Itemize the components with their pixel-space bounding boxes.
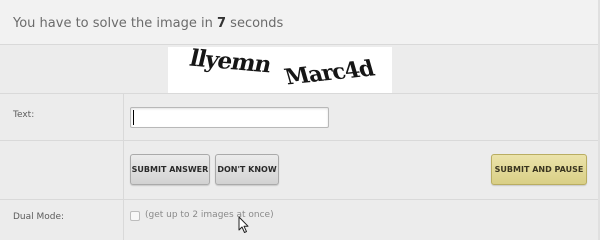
dual-mode-label: Dual Mode: [13,212,65,222]
dual-mode-checkbox-label[interactable]: (get up to 2 images at once) [145,210,274,220]
captcha-row: llyemn Marc4d [0,45,598,94]
captcha-word: Marc4d [281,55,377,91]
dual-mode-row [0,200,598,240]
timer-message: You have to solve the image in 7 seconds [13,16,283,31]
submit-answer-button[interactable]: SUBMIT ANSWER [130,154,210,185]
submit-and-pause-button[interactable]: SUBMIT AND PAUSE [491,154,587,185]
captcha-image: llyemn Marc4d [168,47,392,93]
answer-input[interactable] [130,107,329,128]
captcha-word: llyemn [187,47,274,79]
dual-mode-checkbox[interactable] [130,211,140,221]
text-label: Text: [13,110,35,120]
timer-header: You have to solve the image in 7 seconds [0,0,598,45]
mouse-pointer-icon [238,216,249,233]
captcha-solver-panel: You have to solve the image in 7 seconds… [0,0,600,240]
column-divider [123,94,124,240]
timer-suffix: seconds [226,16,284,31]
dont-know-button[interactable]: DON'T KNOW [215,154,279,185]
text-caret [133,110,134,125]
timer-prefix: You have to solve the image in [13,16,217,31]
timer-seconds: 7 [217,16,227,31]
